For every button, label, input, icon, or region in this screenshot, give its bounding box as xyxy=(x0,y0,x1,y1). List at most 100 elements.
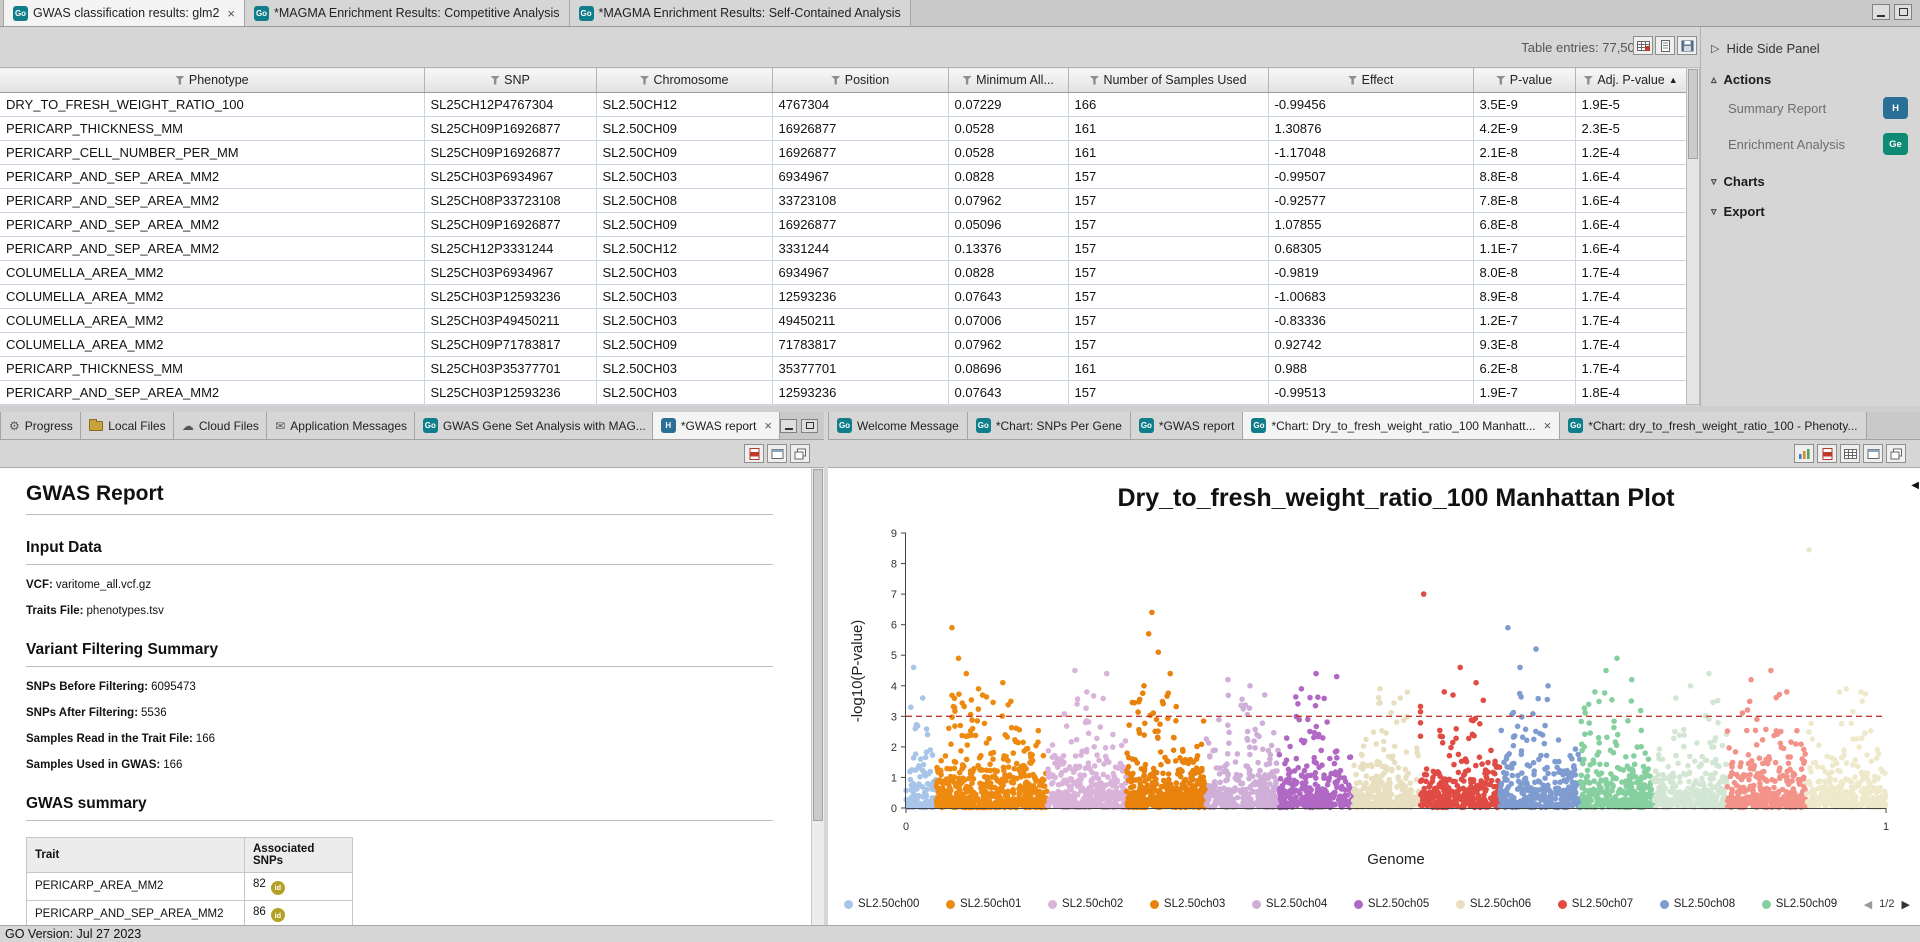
hide-side-panel-button[interactable]: ▷ Hide Side Panel xyxy=(1701,27,1920,60)
filter-icon[interactable] xyxy=(831,76,841,85)
table-cell: 3331244 xyxy=(772,237,948,261)
filter-icon[interactable] xyxy=(1583,76,1593,85)
legend-item-sl2-50ch00[interactable]: SL2.50ch00 xyxy=(844,898,919,910)
app-h-icon[interactable]: H xyxy=(1883,97,1908,119)
section-actions[interactable]: ▵Actions xyxy=(1701,60,1920,90)
table-edit-icon[interactable] xyxy=(1633,36,1653,55)
legend-item-sl2-50ch01[interactable]: SL2.50ch01 xyxy=(946,898,1021,910)
legend-item-sl2-50ch03[interactable]: SL2.50ch03 xyxy=(1150,898,1225,910)
column-header-effect[interactable]: Effect xyxy=(1268,68,1473,93)
export-pdf-icon[interactable] xyxy=(1817,444,1837,463)
filter-icon[interactable] xyxy=(175,76,185,85)
table-row[interactable]: COLUMELLA_AREA_MM2SL25CH09P71783817SL2.5… xyxy=(0,333,1686,357)
filter-icon[interactable] xyxy=(962,76,972,85)
chart-tab-gwas-report[interactable]: Go*GWAS report xyxy=(1131,412,1244,439)
filter-icon[interactable] xyxy=(1348,76,1358,85)
open-window-icon[interactable] xyxy=(767,444,787,463)
close-icon[interactable]: × xyxy=(1544,418,1552,433)
action-summary-report[interactable]: Summary ReportH xyxy=(1701,90,1920,126)
id-badge-icon[interactable]: id xyxy=(271,908,285,922)
maximize-panel-button[interactable] xyxy=(801,419,818,433)
chart-tab-chart-dry-to-fresh-weight-ratio-100-manhatt[interactable]: Go*Chart: Dry_to_fresh_weight_ratio_100 … xyxy=(1243,412,1560,439)
table-row[interactable]: PERICARP_THICKNESS_MMSL25CH09P16926877SL… xyxy=(0,117,1686,141)
collapse-chart-sidebar-icon[interactable]: ◀ xyxy=(1911,480,1919,491)
legend-prev-page-icon[interactable]: ◀ xyxy=(1864,898,1872,911)
section-charts[interactable]: ▿Charts xyxy=(1701,162,1920,192)
column-header-phenotype[interactable]: Phenotype xyxy=(0,68,424,93)
table-row[interactable]: COLUMELLA_AREA_MM2SL25CH03P12593236SL2.5… xyxy=(0,285,1686,309)
chart-icon[interactable] xyxy=(1794,444,1814,463)
legend-next-page-icon[interactable]: ▶ xyxy=(1901,898,1909,911)
scrollbar-thumb[interactable] xyxy=(813,469,823,821)
report-tab-gwas-report[interactable]: H*GWAS report× xyxy=(653,412,780,439)
report-tab-application-messages[interactable]: ✉Application Messages xyxy=(267,412,415,439)
table-cell: COLUMELLA_AREA_MM2 xyxy=(0,285,424,309)
table-row[interactable]: PERICARP_AND_SEP_AREA_MM2SL25CH03P125932… xyxy=(0,381,1686,405)
action-enrichment-analysis[interactable]: Enrichment AnalysisGe xyxy=(1701,126,1920,162)
report-tab-gwas-gene-set-analysis-with-mag[interactable]: GoGWAS Gene Set Analysis with MAG... xyxy=(415,412,653,439)
filter-icon[interactable] xyxy=(639,76,649,85)
column-header-position[interactable]: Position xyxy=(772,68,948,93)
report-scrollbar[interactable] xyxy=(811,468,824,925)
maximize-window-button[interactable] xyxy=(1894,4,1912,20)
column-header-minimum-all[interactable]: Minimum All... xyxy=(948,68,1068,93)
table-scrollbar[interactable] xyxy=(1686,67,1700,405)
chart-tab-welcome-message[interactable]: GoWelcome Message xyxy=(828,412,968,439)
document-tab-magma-enrichment-results-self-contained-analysis[interactable]: Go*MAGMA Enrichment Results: Self-Contai… xyxy=(570,0,911,26)
filter-icon[interactable] xyxy=(1496,76,1506,85)
field-label: SNPs After Filtering: xyxy=(26,707,138,719)
legend-item-sl2-50ch04[interactable]: SL2.50ch04 xyxy=(1252,898,1327,910)
document-tab-gwas-classification-results-glm2[interactable]: GoGWAS classification results: glm2× xyxy=(3,0,245,26)
svg-text:6: 6 xyxy=(891,620,897,632)
open-window-icon[interactable] xyxy=(1863,444,1883,463)
report-panel-tabs: ⚙ProgressLocal Files☁Cloud Files✉Applica… xyxy=(0,412,824,440)
legend-item-sl2-50ch07[interactable]: SL2.50ch07 xyxy=(1558,898,1633,910)
table-row[interactable]: PERICARP_AND_SEP_AREA_MM2SL25CH09P169268… xyxy=(0,213,1686,237)
app-ge-icon[interactable]: Ge xyxy=(1883,133,1908,155)
legend-item-sl2-50ch02[interactable]: SL2.50ch02 xyxy=(1048,898,1123,910)
scrollbar-thumb[interactable] xyxy=(1688,69,1698,159)
filter-icon[interactable] xyxy=(490,76,500,85)
export-pdf-icon[interactable] xyxy=(744,444,764,463)
table-row[interactable]: PERICARP_AND_SEP_AREA_MM2SL25CH12P333124… xyxy=(0,237,1686,261)
table-row[interactable]: DRY_TO_FRESH_WEIGHT_RATIO_100SL25CH12P47… xyxy=(0,93,1686,117)
legend-item-sl2-50ch06[interactable]: SL2.50ch06 xyxy=(1456,898,1531,910)
chart-tab-chart-dry-to-fresh-weight-ratio-100-phenoty[interactable]: Go*Chart: dry_to_fresh_weight_ratio_100 … xyxy=(1560,412,1866,439)
report-tab-local-files[interactable]: Local Files xyxy=(81,412,174,439)
report-sections: Input DataVCF:varitome_all.vcf.gzTraits … xyxy=(26,539,773,925)
column-header-chromosome[interactable]: Chromosome xyxy=(596,68,772,93)
table-cell: 1.7E-4 xyxy=(1575,309,1686,333)
chart-tab-chart-snps-per-gene[interactable]: Go*Chart: SNPs Per Gene xyxy=(968,412,1131,439)
table-row[interactable]: PERICARP_AND_SEP_AREA_MM2SL25CH03P693496… xyxy=(0,165,1686,189)
maximize-view-icon[interactable] xyxy=(1886,444,1906,463)
document-tab-magma-enrichment-results-competitive-analysis[interactable]: Go*MAGMA Enrichment Results: Competitive… xyxy=(245,0,570,26)
table-row[interactable]: PERICARP_CELL_NUMBER_PER_MMSL25CH09P1692… xyxy=(0,141,1686,165)
legend-item-sl2-50ch09[interactable]: SL2.50ch09 xyxy=(1762,898,1837,910)
report-icon[interactable] xyxy=(1655,36,1675,55)
legend-dot-icon xyxy=(1558,900,1567,909)
minimize-window-button[interactable] xyxy=(1872,4,1890,20)
table-row[interactable]: PERICARP_THICKNESS_MMSL25CH03P35377701SL… xyxy=(0,357,1686,381)
legend-item-sl2-50ch05[interactable]: SL2.50ch05 xyxy=(1354,898,1429,910)
table-cell: 0.0528 xyxy=(948,141,1068,165)
report-tab-progress[interactable]: ⚙Progress xyxy=(0,412,81,439)
column-header-snp[interactable]: SNP xyxy=(424,68,596,93)
maximize-view-icon[interactable] xyxy=(790,444,810,463)
column-header-p-value[interactable]: P-value xyxy=(1473,68,1575,93)
legend-item-sl2-50ch08[interactable]: SL2.50ch08 xyxy=(1660,898,1735,910)
minimize-panel-button[interactable] xyxy=(780,419,797,433)
table-cell: -0.9819 xyxy=(1268,261,1473,285)
report-tab-cloud-files[interactable]: ☁Cloud Files xyxy=(174,412,267,439)
column-header-adj-p-value[interactable]: Adj. P-value▲ xyxy=(1575,68,1686,93)
close-icon[interactable]: × xyxy=(764,418,772,433)
filter-icon[interactable] xyxy=(1089,76,1099,85)
section-export[interactable]: ▿Export xyxy=(1701,192,1920,222)
table-row[interactable]: COLUMELLA_AREA_MM2SL25CH03P49450211SL2.5… xyxy=(0,309,1686,333)
table-row[interactable]: PERICARP_AND_SEP_AREA_MM2SL25CH08P337231… xyxy=(0,189,1686,213)
table-row[interactable]: COLUMELLA_AREA_MM2SL25CH03P6934967SL2.50… xyxy=(0,261,1686,285)
close-icon[interactable]: × xyxy=(227,6,235,21)
table-icon[interactable] xyxy=(1840,444,1860,463)
id-badge-icon[interactable]: id xyxy=(271,881,285,895)
save-icon[interactable] xyxy=(1677,36,1697,55)
column-header-number-of-samples-used[interactable]: Number of Samples Used xyxy=(1068,68,1268,93)
